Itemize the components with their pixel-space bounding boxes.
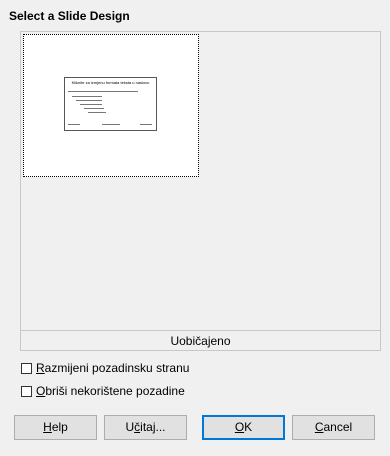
slide-preview-title: Kliknite za izmjenu formata teksta u nas… xyxy=(71,80,150,85)
selected-design-label: Uobičajeno xyxy=(21,330,380,350)
slide-design-list[interactable]: Kliknite za izmjenu formata teksta u nas… xyxy=(20,31,381,351)
outline-line xyxy=(88,112,106,113)
outline-line xyxy=(80,104,102,105)
footer-line xyxy=(68,124,80,125)
slide-preview: Kliknite za izmjenu formata teksta u nas… xyxy=(64,77,157,131)
dialog-title: Select a Slide Design xyxy=(9,9,130,23)
outline-line xyxy=(72,96,102,97)
ok-button[interactable]: OK xyxy=(202,415,285,440)
outline-line xyxy=(68,91,138,92)
load-button[interactable]: Učitaj... xyxy=(104,415,187,440)
delete-unused-label: Obriši nekorištene pozadine xyxy=(36,384,185,398)
footer-line xyxy=(140,124,152,125)
outline-line xyxy=(76,100,102,101)
design-thumbnail-uobicajeno[interactable]: Kliknite za izmjenu formata teksta u nas… xyxy=(23,34,199,177)
exchange-background-label: Razmijeni pozadinsku stranu xyxy=(36,361,190,375)
checkbox-box[interactable] xyxy=(21,385,32,397)
cancel-button[interactable]: Cancel xyxy=(292,415,375,440)
checkbox-box[interactable] xyxy=(21,362,32,374)
outline-line xyxy=(84,108,104,109)
exchange-background-checkbox[interactable]: Razmijeni pozadinsku stranu xyxy=(21,360,189,376)
help-button[interactable]: Help xyxy=(14,415,97,440)
delete-unused-checkbox[interactable]: Obriši nekorištene pozadine xyxy=(21,383,189,399)
footer-line xyxy=(102,124,120,125)
